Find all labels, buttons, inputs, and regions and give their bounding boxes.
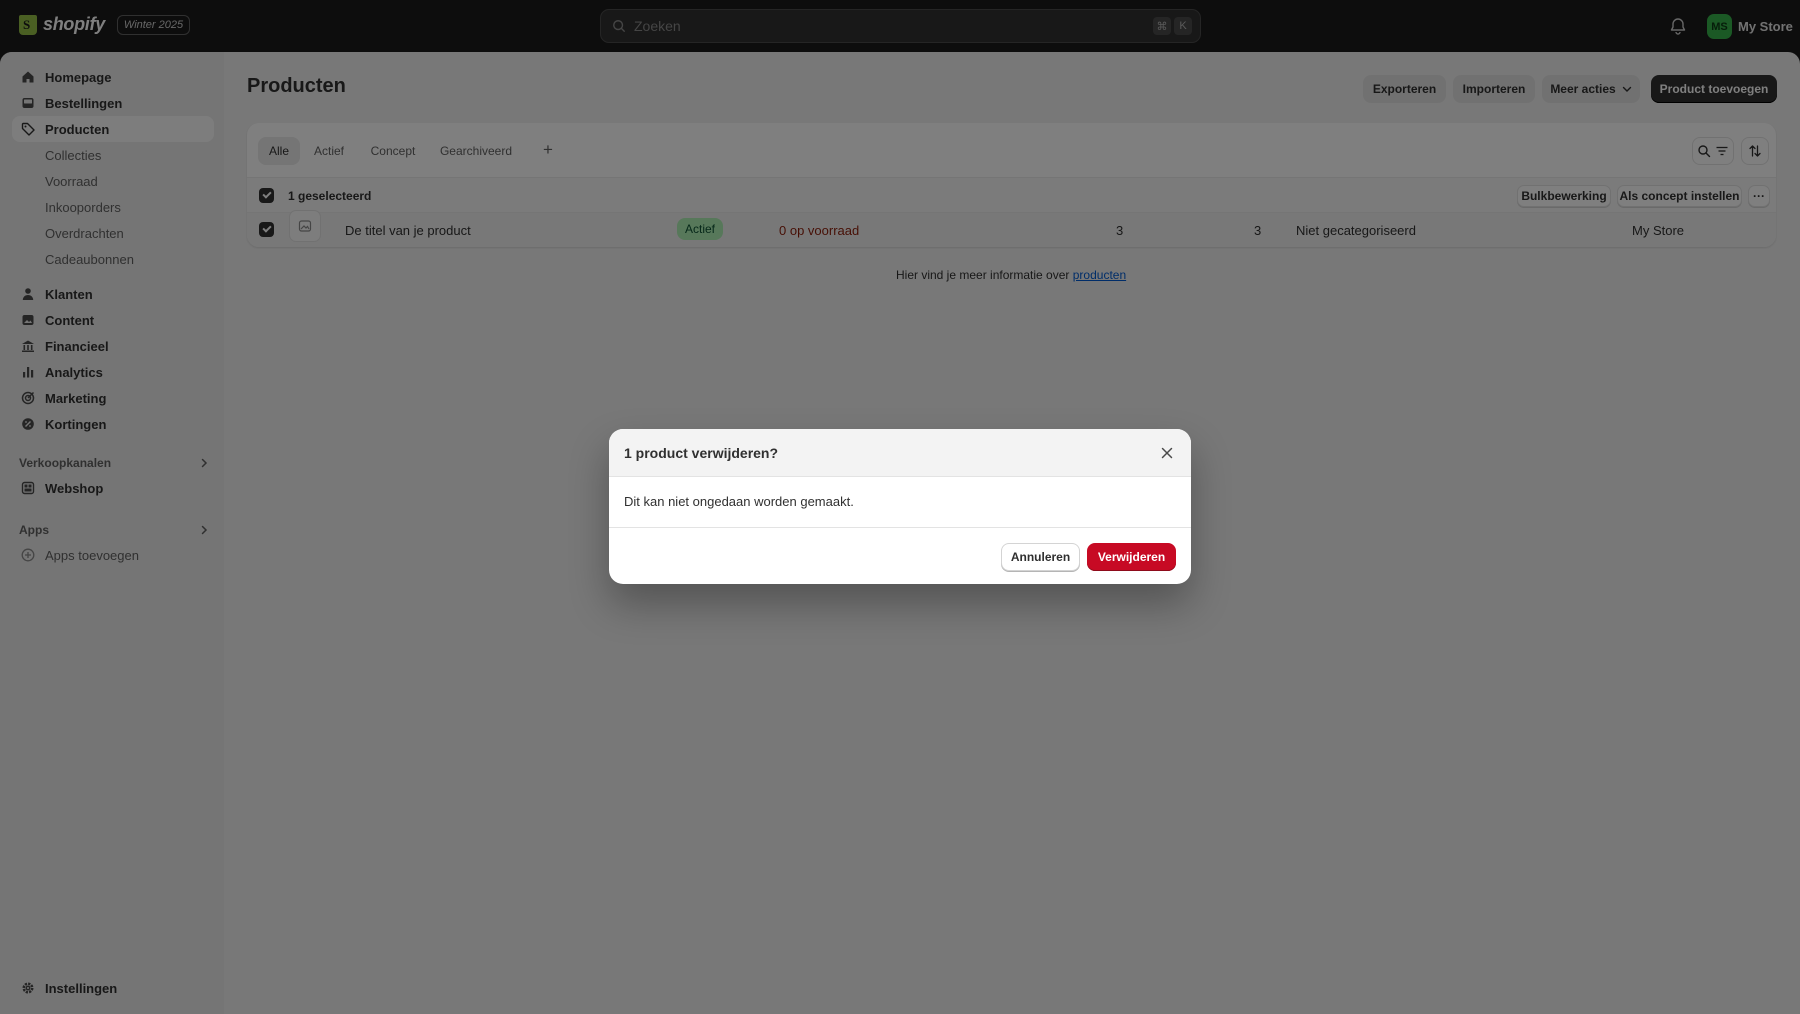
cancel-button[interactable]: Annuleren	[1001, 543, 1080, 571]
modal-header: 1 product verwijderen?	[609, 429, 1191, 477]
modal-title: 1 product verwijderen?	[624, 445, 779, 461]
delete-product-modal: 1 product verwijderen? Dit kan niet onge…	[609, 429, 1191, 584]
close-icon[interactable]	[1158, 444, 1176, 462]
delete-button[interactable]: Verwijderen	[1087, 543, 1176, 571]
modal-body-text: Dit kan niet ongedaan worden gemaakt.	[624, 494, 854, 509]
modal-footer: Annuleren Verwijderen	[609, 527, 1191, 584]
